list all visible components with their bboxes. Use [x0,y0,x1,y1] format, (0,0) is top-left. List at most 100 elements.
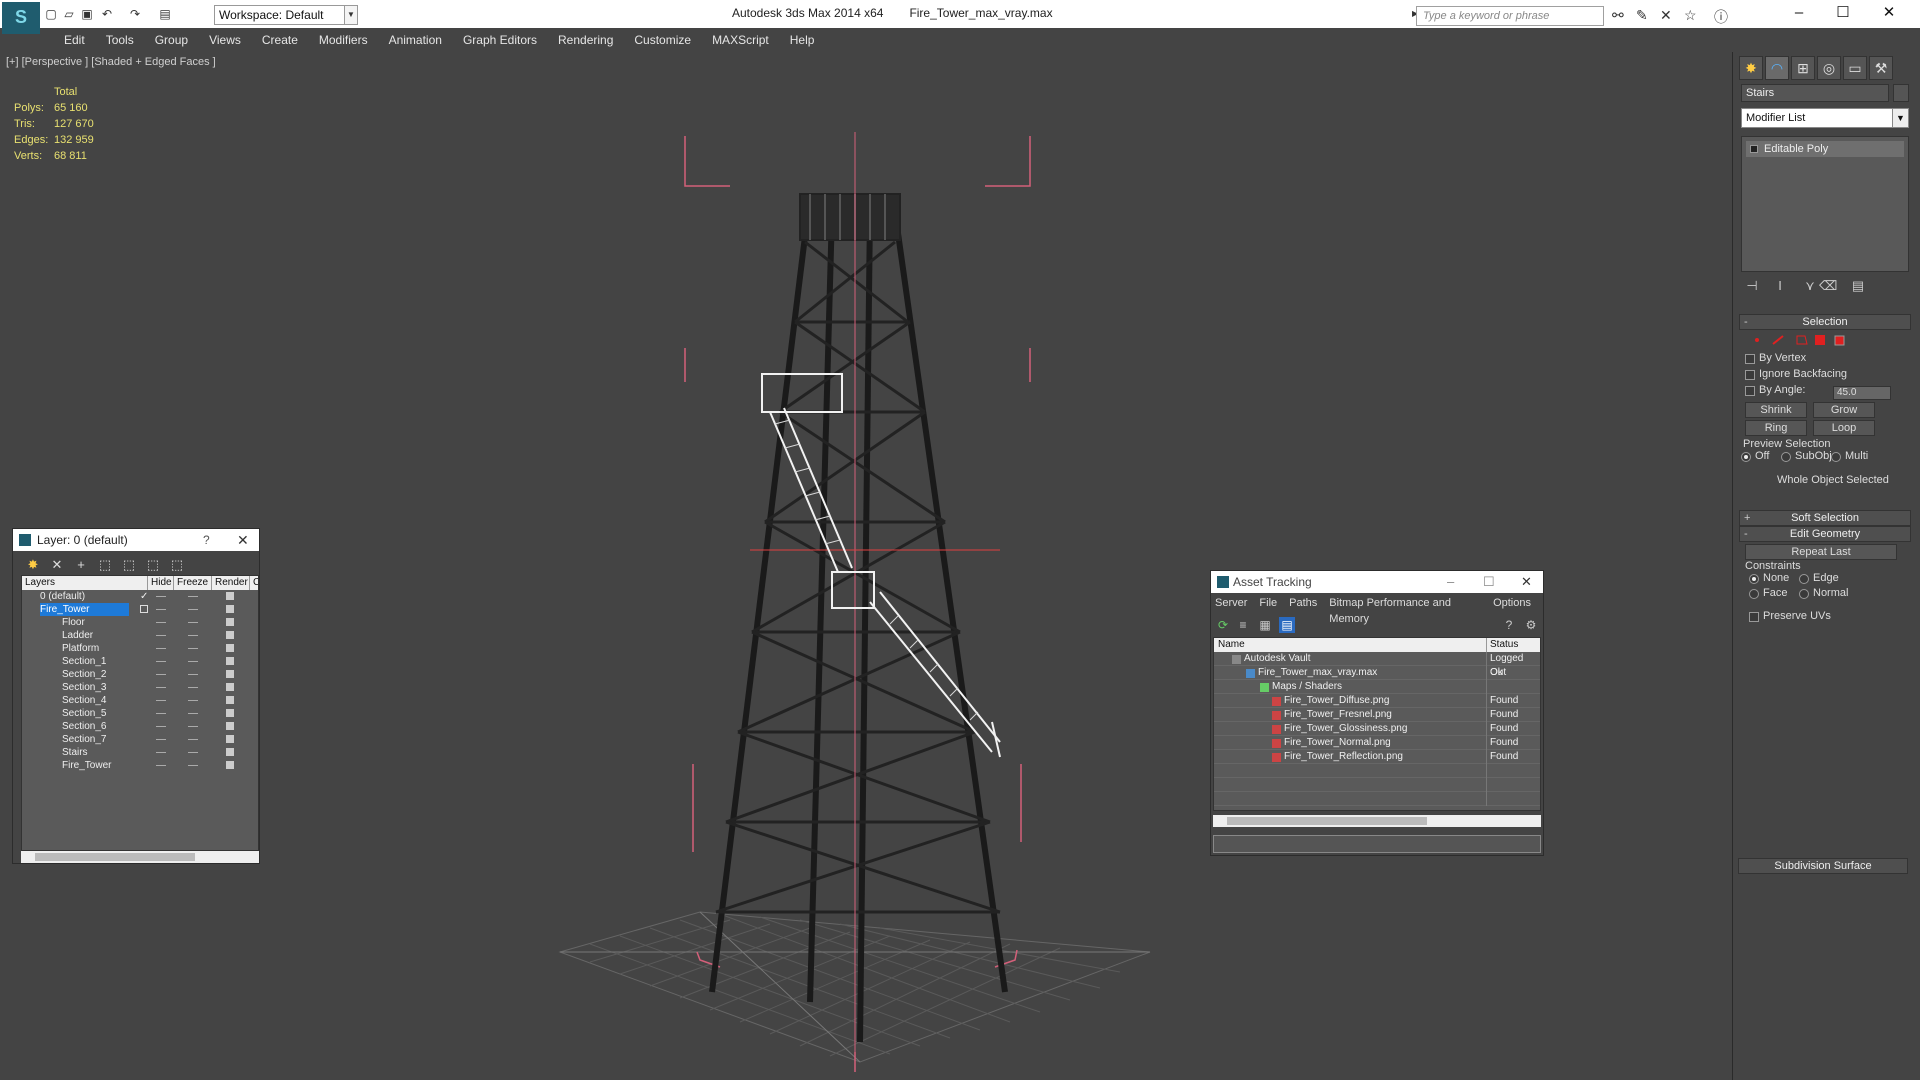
render-icon[interactable] [226,735,234,743]
ignore-backfacing-checkbox[interactable] [1745,370,1755,380]
menu-group[interactable]: Group [145,29,199,47]
table-view-icon[interactable]: ▤ [1279,617,1295,633]
hierarchy-tab-icon[interactable]: ⊞ [1791,56,1815,80]
menu-maxscript[interactable]: MAXScript [702,29,780,47]
selection-rollout-header[interactable]: - Selection [1739,314,1911,330]
open-file-icon[interactable]: ▱ [62,7,76,21]
workspace-dropdown[interactable]: Workspace: Default [214,5,358,25]
asset-path-field[interactable] [1213,835,1541,853]
layer-row[interactable]: Stairs [22,746,258,759]
search-input[interactable]: Type a keyword or phrase [1416,6,1604,26]
maximize-button[interactable]: ☐ [1820,2,1866,26]
project-folder-icon[interactable]: ▤ [158,7,172,21]
constraint-normal-radio[interactable] [1799,589,1809,599]
preview-off-radio[interactable] [1741,452,1751,462]
minimize-button[interactable]: – [1776,2,1822,26]
render-icon[interactable] [226,709,234,717]
col-color[interactable]: C [250,576,258,590]
menu-edit[interactable]: Edit [54,29,96,47]
render-icon[interactable] [226,644,234,652]
settings-icon[interactable]: ⚙ [1523,617,1539,633]
horizontal-scrollbar[interactable] [1213,815,1541,827]
stack-item-editable-poly[interactable]: Editable Poly [1746,141,1904,157]
layer-row[interactable]: Section_6 [22,720,258,733]
close-icon[interactable]: ✕ [237,529,249,551]
menu-tools[interactable]: Tools [96,29,145,47]
layer-row[interactable]: Fire_Tower [22,759,258,772]
refresh-icon[interactable]: ⟳ [1215,617,1231,633]
help-icon[interactable]: ? [203,529,210,551]
close-button[interactable]: ✕ [1521,571,1532,593]
thumbnail-view-icon[interactable]: ▦ [1257,617,1273,633]
constraint-face-radio[interactable] [1749,589,1759,599]
display-tab-icon[interactable]: ▭ [1843,56,1867,80]
make-unique-icon[interactable]: ⋎ [1801,278,1819,296]
configure-sets-icon[interactable]: ▤ [1849,278,1867,296]
object-color-swatch[interactable] [1893,84,1909,102]
constraint-edge-radio[interactable] [1799,574,1809,584]
communication-icon[interactable]: ✕ [1660,7,1672,24]
asset-row[interactable]: Fire_Tower_max_vray.max Ok [1214,666,1540,680]
hide-all-icon[interactable]: ⬚ [145,557,161,573]
by-vertex-checkbox[interactable] [1745,354,1755,364]
col-layers[interactable]: Layers [22,576,148,590]
minimize-button[interactable]: – [1447,571,1454,593]
show-end-result-icon[interactable]: I [1771,278,1789,296]
repeat-last-button[interactable]: Repeat Last [1745,544,1897,560]
delete-layer-icon[interactable]: ✕ [49,557,65,573]
highlight-layer-icon[interactable]: ⬚ [121,557,137,573]
favorites-star-icon[interactable]: ☆ [1684,7,1697,24]
layer-row[interactable]: Section_4 [22,694,258,707]
close-button[interactable]: ✕ [1866,2,1912,26]
subdivision-surface-rollout-header[interactable]: Subdivision Surface [1738,858,1908,874]
maximize-button[interactable]: ☐ [1483,571,1495,593]
col-hide[interactable]: Hide [148,576,174,590]
modifier-stack[interactable]: Editable Poly [1741,136,1909,272]
add-to-layer-icon[interactable]: + [73,557,89,573]
modifier-list-dropdown[interactable]: Modifier List ▼ [1741,108,1909,128]
layer-row[interactable]: Fire_Tower [22,603,258,616]
layer-row[interactable]: Section_5 [22,707,258,720]
render-icon[interactable] [226,696,234,704]
asset-row[interactable]: Autodesk Vault Logged Out [1214,652,1540,678]
render-icon[interactable] [226,631,234,639]
save-icon[interactable]: ▣ [80,7,94,21]
asset-row[interactable]: Fire_Tower_Fresnel.png Found [1214,708,1540,722]
asset-row[interactable]: Fire_Tower_Reflection.png Found [1214,750,1540,764]
menu-graph-editors[interactable]: Graph Editors [453,29,548,47]
col-status[interactable]: Status [1490,639,1518,650]
menu-create[interactable]: Create [252,29,309,47]
render-icon[interactable] [226,657,234,665]
layer-row[interactable]: Section_7 [22,733,258,746]
asset-menu-bitmap[interactable]: Bitmap Performance and Memory [1329,595,1493,627]
angle-spinner[interactable]: 45.0 [1833,386,1891,400]
asset-menu-paths[interactable]: Paths [1289,595,1329,627]
select-in-layer-icon[interactable]: ⬚ [97,557,113,573]
undo-icon[interactable]: ↶ [100,7,114,21]
workspace-dropdown-arrow-icon[interactable]: ▼ [344,5,358,25]
asset-row[interactable]: Fire_Tower_Diffuse.png Found [1214,694,1540,708]
menu-modifiers[interactable]: Modifiers [309,29,379,47]
render-icon[interactable] [226,592,234,600]
col-freeze[interactable]: Freeze [174,576,212,590]
preserve-uvs-checkbox[interactable] [1749,612,1759,622]
asset-row[interactable]: Fire_Tower_Glossiness.png Found [1214,722,1540,736]
ring-button[interactable]: Ring [1745,420,1807,436]
layer-row[interactable]: Platform [22,642,258,655]
menu-animation[interactable]: Animation [379,29,453,47]
render-icon[interactable] [226,761,234,769]
render-icon[interactable] [226,748,234,756]
asset-window-titlebar[interactable]: Asset Tracking – ☐ ✕ [1211,571,1543,593]
object-name-field[interactable]: Stairs [1741,84,1889,102]
list-view-icon[interactable]: ≡ [1235,617,1251,633]
create-layer-icon[interactable]: ✸ [25,557,41,573]
app-logo-icon[interactable]: S [2,2,40,34]
render-icon[interactable] [226,722,234,730]
layer-row[interactable]: Section_2 [22,668,258,681]
pin-stack-icon[interactable]: ⊣ [1743,278,1761,296]
grow-button[interactable]: Grow [1813,402,1875,418]
render-icon[interactable] [226,605,234,613]
preview-multi-radio[interactable] [1831,452,1841,462]
layer-row[interactable]: Floor [22,616,258,629]
soft-selection-rollout-header[interactable]: + Soft Selection [1739,510,1911,526]
